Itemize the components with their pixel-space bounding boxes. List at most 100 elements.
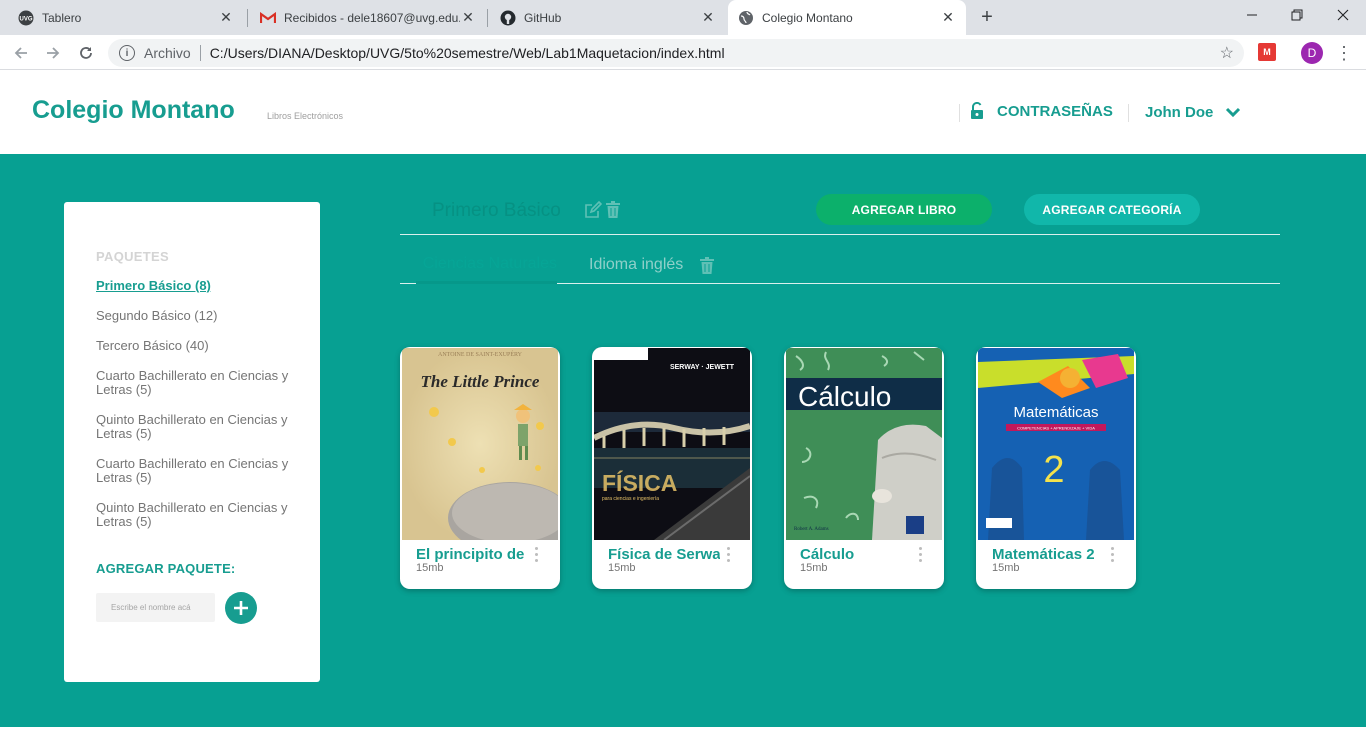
packages-title: PAQUETES (96, 249, 169, 264)
book-cover: SERWAY · JEWETT FÍSICA para ciencias e i… (594, 348, 750, 540)
user-menu[interactable]: John Doe (1145, 104, 1241, 121)
package-name-input[interactable] (96, 593, 215, 622)
bookmark-star-icon[interactable]: ☆ (1220, 43, 1234, 63)
browser-tab-title: Colegio Montano (762, 10, 853, 25)
book-title: Cálculo (800, 546, 855, 563)
header-divider (959, 104, 960, 122)
books-grid: ANTOINE DE SAINT-EXUPÉRY The Little Prin… (400, 347, 1160, 589)
packages-sidebar: PAQUETES Primero Básico (8) Segundo Bási… (64, 202, 320, 682)
package-item[interactable]: Cuarto Bachillerato en Ciencias y Letras… (96, 369, 296, 397)
package-item[interactable]: Primero Básico (8) (96, 279, 296, 293)
add-category-button[interactable]: AGREGAR CATEGORÍA (1024, 194, 1200, 225)
close-icon (1337, 9, 1349, 21)
category-title: Primero Básico (432, 200, 561, 221)
tab-divider (247, 9, 248, 27)
cover-title: The Little Prince (421, 372, 540, 391)
package-item[interactable]: Tercero Básico (40) (96, 339, 296, 353)
book-title: Física de Serwa (608, 546, 720, 563)
browser-menu-icon[interactable]: ⋮ (1335, 42, 1353, 64)
main-content: PAQUETES Primero Básico (8) Segundo Bási… (0, 154, 1366, 729)
browser-tab-colegio[interactable]: Colegio Montano ✕ (728, 0, 966, 35)
tab-ciencias-naturales[interactable]: Ciencias Naturales (416, 246, 557, 284)
book-cover: ANTOINE DE SAINT-EXUPÉRY The Little Prin… (402, 348, 558, 540)
cover-number: 2 (1043, 449, 1064, 491)
trash-icon[interactable] (699, 257, 715, 275)
extension-icon[interactable]: M (1258, 43, 1276, 61)
package-item[interactable]: Quinto Bachillerato en Ciencias y Letras… (96, 413, 296, 441)
info-icon[interactable]: i (119, 45, 135, 61)
book-card[interactable]: ANTOINE DE SAINT-EXUPÉRY The Little Prin… (400, 347, 560, 589)
book-card[interactable]: Matemáticas COMPETENCIAS + APRENDIZAJE +… (976, 347, 1136, 589)
package-item[interactable]: Segundo Básico (12) (96, 309, 296, 323)
close-tab-icon[interactable]: ✕ (700, 9, 716, 26)
subject-tabs: Ciencias Naturales Idioma inglés (400, 246, 1280, 284)
book-cover: Matemáticas COMPETENCIAS + APRENDIZAJE +… (978, 348, 1134, 540)
arrow-left-icon (14, 47, 27, 59)
address-url: C:/Users/DIANA/Desktop/UVG/5to%20semestr… (209, 45, 725, 61)
cover-title: FÍSICA (602, 469, 677, 496)
user-name: John Doe (1145, 104, 1214, 121)
back-button[interactable] (8, 40, 34, 66)
close-tab-icon[interactable]: ✕ (218, 9, 234, 26)
address-divider (199, 45, 201, 61)
passwords-link[interactable]: CONTRASEÑAS (970, 102, 1113, 120)
trash-icon[interactable] (605, 201, 621, 219)
cover-subtitle: para ciencias e ingeniería (602, 496, 659, 502)
browser-tab-title: Recibidos - dele18607@uvg.edu. (284, 10, 460, 25)
site-header: Colegio Montano Libros Electrónicos CONT… (0, 71, 1366, 154)
chevron-down-icon (1226, 107, 1241, 117)
book-title: El principito de (416, 546, 525, 563)
book-size: 15mb (800, 562, 828, 574)
brand-logo[interactable]: Colegio Montano (32, 96, 235, 125)
new-tab-button[interactable]: + (976, 6, 998, 28)
add-book-button[interactable]: AGREGAR LIBRO (816, 194, 992, 225)
brand-tagline: Libros Electrónicos (267, 111, 344, 121)
forward-button[interactable] (40, 40, 66, 66)
reload-button[interactable] (73, 40, 99, 66)
package-item[interactable]: Cuarto Bachillerato en Ciencias y Letras… (96, 457, 296, 485)
close-tab-icon[interactable]: ✕ (940, 9, 956, 26)
browser-tabstrip: UVG Tablero ✕ Recibidos - dele18607@uvg.… (0, 0, 1366, 35)
reload-icon (80, 47, 92, 59)
kebab-menu-icon[interactable] (725, 547, 731, 565)
cover-author: Robert A. Adams (794, 527, 829, 532)
arrow-right-icon (47, 47, 60, 59)
plus-icon (234, 601, 248, 615)
book-cover: Cálculo Robert A. Adams (786, 348, 942, 540)
svg-text:UVG: UVG (19, 16, 32, 22)
browser-tab-github[interactable]: GitHub ✕ (490, 0, 726, 35)
cover-subtitle: COMPETENCIAS + APRENDIZAJE + VIDA (1017, 426, 1095, 431)
browser-toolbar: i Archivo C:/Users/DIANA/Desktop/UVG/5to… (0, 35, 1366, 70)
passwords-label: CONTRASEÑAS (997, 102, 1113, 120)
kebab-menu-icon[interactable] (533, 547, 539, 565)
restore-button[interactable] (1274, 0, 1320, 30)
add-package-button[interactable] (225, 592, 257, 624)
address-bar[interactable]: i Archivo C:/Users/DIANA/Desktop/UVG/5to… (108, 39, 1244, 67)
browser-tab-title: GitHub (524, 10, 562, 25)
kebab-menu-icon[interactable] (1109, 547, 1115, 565)
globe-icon (738, 10, 754, 26)
kebab-menu-icon[interactable] (917, 547, 923, 565)
category-header: Primero Básico AGREGAR LIBRO AGREGAR CAT… (400, 186, 1280, 235)
browser-tab-tablero[interactable]: UVG Tablero ✕ (8, 0, 244, 35)
restore-icon (1291, 9, 1303, 21)
minimize-button[interactable] (1229, 0, 1275, 30)
lock-open-icon (971, 102, 983, 119)
tab-idioma-ingles[interactable]: Idioma inglés (589, 246, 683, 284)
edit-icon[interactable] (584, 201, 602, 219)
close-tab-icon[interactable]: ✕ (460, 9, 476, 26)
browser-tab-gmail[interactable]: Recibidos - dele18607@uvg.edu. ✕ (250, 0, 486, 35)
uvg-favicon-icon: UVG (18, 10, 34, 26)
package-item[interactable]: Quinto Bachillerato en Ciencias y Letras… (96, 501, 296, 529)
gmail-icon (260, 10, 276, 26)
tab-divider (487, 9, 488, 27)
cover-author: ANTOINE DE SAINT-EXUPÉRY (438, 350, 523, 358)
profile-avatar[interactable]: D (1301, 42, 1323, 64)
book-card[interactable]: Cálculo Robert A. Adams Cálculo 15mb (784, 347, 944, 589)
address-scheme: Archivo (144, 45, 191, 61)
book-card[interactable]: SERWAY · JEWETT FÍSICA para ciencias e i… (592, 347, 752, 589)
minimize-icon (1247, 14, 1257, 16)
cover-title: Matemáticas (1013, 404, 1098, 421)
github-icon (500, 10, 516, 26)
close-window-button[interactable] (1320, 0, 1366, 30)
